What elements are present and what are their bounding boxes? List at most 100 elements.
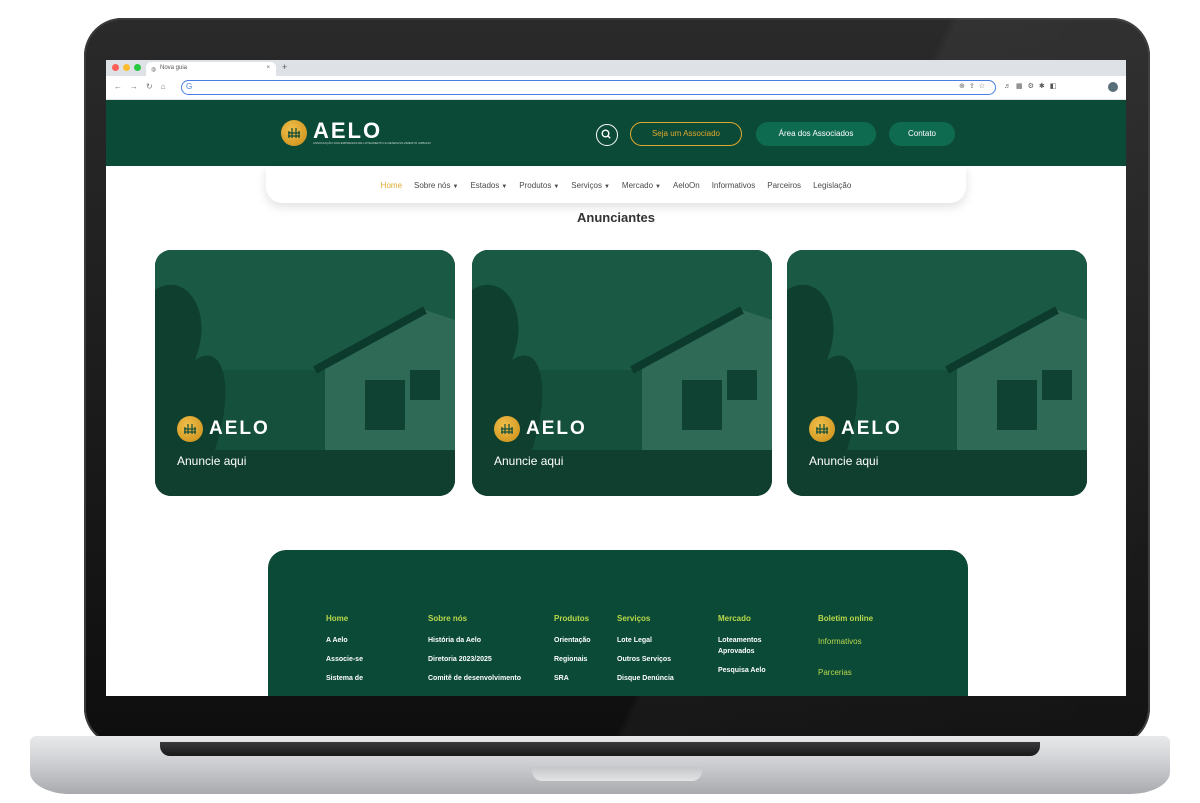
footer-column-sobre-nos: Sobre nós História da Aelo Diretoria 202… bbox=[428, 614, 521, 694]
browser-tab[interactable]: ◍ Nova guia × bbox=[146, 62, 276, 76]
share-icon[interactable]: ⇪ bbox=[969, 83, 979, 90]
menu-item-informativos[interactable]: Informativos bbox=[712, 181, 756, 190]
menu-item-legislacao[interactable]: Legislação bbox=[813, 181, 851, 190]
footer-heading[interactable]: Boletim online bbox=[818, 614, 873, 623]
site-logo[interactable]: AELO ASSOCIAÇÃO DAS EMPRESAS DE LOTEAMEN… bbox=[281, 117, 431, 146]
footer-heading[interactable]: Home bbox=[326, 614, 363, 623]
nav-buttons: ← → ↻ ⌂ bbox=[114, 82, 166, 91]
puzzle-icon[interactable]: ✱ bbox=[1039, 83, 1050, 90]
new-tab-button[interactable]: + bbox=[282, 62, 287, 72]
aelo-emblem-icon bbox=[809, 416, 835, 442]
footer-link[interactable]: Diretoria 2023/2025 bbox=[428, 656, 521, 663]
address-bar[interactable]: G ⊕⇪☆ bbox=[181, 80, 996, 95]
sidebar-icon[interactable]: ◧ bbox=[1050, 83, 1062, 90]
close-window-button[interactable] bbox=[112, 64, 119, 71]
card-logo: AELO bbox=[809, 416, 902, 442]
reload-icon[interactable]: ↻ bbox=[146, 82, 153, 91]
footer-link[interactable]: Outros Serviços bbox=[617, 656, 674, 663]
chevron-down-icon: ▼ bbox=[655, 183, 661, 190]
window-controls bbox=[112, 64, 141, 71]
footer-link[interactable]: Pesquisa Aelo bbox=[718, 667, 766, 674]
card-logo: AELO bbox=[494, 416, 587, 442]
footer-column-servicos: Serviços Lote Legal Outros Serviços Disq… bbox=[617, 614, 674, 694]
minimize-window-button[interactable] bbox=[123, 64, 130, 71]
menu-item-label: Sobre nós bbox=[414, 180, 451, 190]
card-logo-wordmark: AELO bbox=[526, 418, 587, 439]
contact-button[interactable]: Contato bbox=[889, 122, 955, 146]
card-cta: Anuncie aqui bbox=[177, 454, 247, 468]
laptop-screen: ◍ Nova guia × + ← → ↻ ⌂ G ⊕⇪☆ ♬▦⚙✱◧ AELO… bbox=[106, 60, 1126, 696]
footer-heading[interactable]: Sobre nós bbox=[428, 614, 521, 623]
advertiser-card[interactable]: AELO Anuncie aqui bbox=[787, 250, 1087, 496]
footer-heading[interactable]: Mercado bbox=[718, 614, 766, 623]
aelo-emblem-icon bbox=[177, 416, 203, 442]
footer-link[interactable]: Orientação bbox=[554, 637, 591, 644]
menu-item-label: Informativos bbox=[711, 180, 756, 190]
brand-name: AELO bbox=[313, 117, 383, 143]
brand-tagline: ASSOCIAÇÃO DAS EMPRESAS DE LOTEAMENTO E … bbox=[313, 140, 431, 145]
footer-heading[interactable]: Serviços bbox=[617, 614, 674, 623]
join-association-button[interactable]: Seja um Associado bbox=[630, 122, 742, 146]
search-button[interactable] bbox=[596, 124, 618, 146]
menu-item-home[interactable]: Home bbox=[381, 181, 402, 190]
menu-item-servicos[interactable]: Serviços ▼ bbox=[571, 181, 610, 190]
footer-column-home: Home A Aelo Associe-se Sistema de bbox=[326, 614, 363, 694]
laptop-keyboard-edge bbox=[160, 742, 1040, 756]
menu-item-label: AeloOn bbox=[673, 180, 700, 190]
site-header: AELO ASSOCIAÇÃO DAS EMPRESAS DE LOTEAMEN… bbox=[106, 100, 1126, 166]
menu-item-parceiros[interactable]: Parceiros bbox=[767, 181, 801, 190]
bookmark-star-icon[interactable]: ☆ bbox=[979, 83, 989, 90]
globe-icon: ◍ bbox=[151, 67, 157, 73]
extension-icon[interactable]: ⚙ bbox=[1028, 83, 1039, 90]
footer-link[interactable]: Loteamentos bbox=[718, 637, 766, 644]
section-title: Anunciantes bbox=[576, 210, 655, 225]
extension-icon[interactable]: ▦ bbox=[1016, 83, 1028, 90]
footer-column-mercado: Mercado Loteamentos Aprovados Pesquisa A… bbox=[718, 614, 766, 686]
search-icon bbox=[601, 129, 611, 139]
footer-link[interactable]: Comitê de desenvolvimento bbox=[428, 675, 521, 682]
card-logo-wordmark: AELO bbox=[209, 418, 270, 439]
maximize-window-button[interactable] bbox=[134, 64, 141, 71]
menu-item-estados[interactable]: Estados ▼ bbox=[470, 181, 507, 190]
advertiser-card[interactable]: AELO Anuncie aqui bbox=[155, 250, 455, 496]
google-g-icon: G bbox=[186, 82, 193, 91]
footer-link[interactable]: Disque Denúncia bbox=[617, 675, 674, 682]
footer-link[interactable]: Associe-se bbox=[326, 656, 363, 663]
menu-item-aeloon[interactable]: AeloOn bbox=[673, 181, 700, 190]
footer-link[interactable]: Sistema de bbox=[326, 675, 363, 682]
footer-heading[interactable]: Produtos bbox=[554, 614, 591, 623]
chevron-down-icon: ▼ bbox=[501, 183, 508, 190]
profile-avatar[interactable] bbox=[1108, 82, 1118, 92]
zoom-icon[interactable]: ⊕ bbox=[959, 83, 969, 90]
address-bar-actions: ⊕⇪☆ bbox=[959, 82, 989, 90]
footer-link[interactable]: Parcerias bbox=[818, 668, 873, 677]
menu-item-produtos[interactable]: Produtos ▼ bbox=[519, 181, 559, 190]
menu-item-label: Home bbox=[380, 180, 403, 190]
members-area-button[interactable]: Área dos Associados bbox=[756, 122, 876, 146]
menu-item-label: Mercado bbox=[621, 180, 654, 190]
advertiser-card[interactable]: AELO Anuncie aqui bbox=[472, 250, 772, 496]
laptop-opening-notch bbox=[532, 767, 702, 781]
footer-link[interactable]: A Aelo bbox=[326, 637, 363, 644]
footer-link[interactable]: História da Aelo bbox=[428, 637, 521, 644]
home-icon[interactable]: ⌂ bbox=[161, 82, 166, 91]
menu-item-label: Legislação bbox=[813, 180, 852, 190]
card-cta: Anuncie aqui bbox=[809, 454, 879, 468]
footer-link[interactable]: Informativos bbox=[818, 637, 873, 646]
footer-link[interactable]: Regionais bbox=[554, 656, 591, 663]
menu-item-label: Estados bbox=[470, 180, 500, 190]
close-tab-icon[interactable]: × bbox=[266, 65, 270, 71]
browser-tab-bar: ◍ Nova guia × + bbox=[106, 60, 1126, 76]
footer-link[interactable]: Lote Legal bbox=[617, 637, 674, 644]
laptop-mockup: ◍ Nova guia × + ← → ↻ ⌂ G ⊕⇪☆ ♬▦⚙✱◧ AELO… bbox=[0, 0, 1200, 803]
menu-item-mercado[interactable]: Mercado ▼ bbox=[622, 181, 661, 190]
forward-arrow-icon[interactable]: → bbox=[130, 82, 138, 91]
chevron-down-icon: ▼ bbox=[553, 183, 560, 190]
back-arrow-icon[interactable]: ← bbox=[114, 82, 122, 91]
aelo-emblem-icon bbox=[281, 120, 307, 146]
footer-column-boletim: Boletim online Informativos Parcerias bbox=[818, 614, 873, 696]
footer-link[interactable]: Aprovados bbox=[718, 648, 766, 655]
footer-link[interactable]: SRA bbox=[554, 675, 591, 682]
menu-item-sobre-nos[interactable]: Sobre nós ▼ bbox=[414, 181, 458, 190]
extension-icon[interactable]: ♬ bbox=[1004, 83, 1016, 90]
